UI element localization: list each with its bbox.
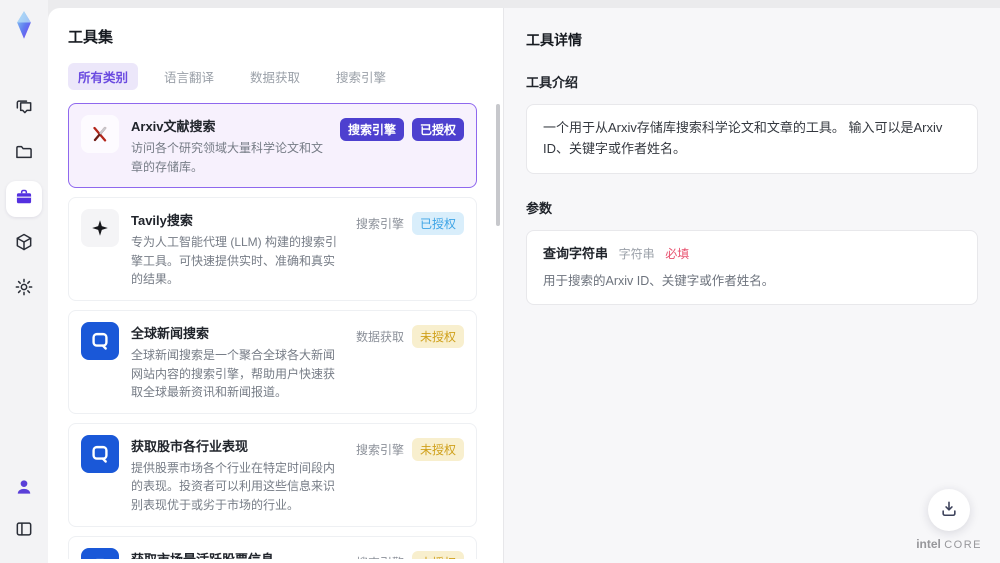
arxiv-icon — [81, 115, 119, 153]
category-label: 搜索引擎 — [356, 554, 404, 559]
briefcase-icon — [14, 187, 34, 210]
sidebar-item-chat[interactable] — [6, 91, 42, 127]
tab-data[interactable]: 数据获取 — [240, 63, 310, 90]
folder-icon — [14, 142, 34, 165]
intro-text: 一个用于从Arxiv存储库搜索科学论文和文章的工具。 输入可以是Arxiv ID… — [526, 104, 978, 174]
status-badge: 已授权 — [411, 118, 464, 141]
category-label: 搜索引擎 — [355, 217, 404, 232]
tool-badges: 搜索引擎未授权 — [356, 435, 464, 461]
chat-icon — [14, 97, 34, 120]
tab-search[interactable]: 搜索引擎 — [326, 63, 396, 90]
status-badge: 未授权 — [411, 550, 464, 559]
user-icon — [14, 477, 34, 500]
status-badge: 未授权 — [411, 437, 464, 461]
collapse-sidebar-button[interactable] — [6, 512, 42, 548]
category-tabs: 所有类别 语言翻译 数据获取 搜索引擎 — [68, 63, 483, 90]
tool-card[interactable]: Tavily搜索 专为人工智能代理 (LLM) 构建的搜索引擎工具。可快速提供实… — [68, 197, 477, 301]
tool-description: 提供股票市场各个行业在特定时间段内的表现。投资者可以利用这些信息来识别表现优于或… — [131, 460, 336, 512]
tool-name: Arxiv文献搜索 — [131, 119, 216, 134]
tool-description: 专为人工智能代理 (LLM) 构建的搜索引擎工具。可快速提供实时、准确和真实的结… — [131, 235, 338, 287]
param-description: 用于搜索的Arxiv ID、关键字或作者姓名。 — [543, 274, 775, 289]
tool-detail-panel: 工具详情 工具介绍 一个用于从Arxiv存储库搜索科学论文和文章的工具。 输入可… — [503, 8, 1000, 563]
sidebar — [0, 0, 48, 563]
sidebar-nav — [6, 86, 42, 311]
status-badge: 已授权 — [411, 212, 464, 236]
tool-badges: 搜索引擎 已授权 — [339, 115, 464, 141]
detail-title: 工具详情 — [526, 32, 582, 48]
sidebar-item-files[interactable] — [6, 136, 42, 172]
intro-heading: 工具介绍 — [526, 75, 579, 90]
tool-name: 全球新闻搜索 — [131, 325, 210, 341]
sidebar-item-tools[interactable] — [6, 180, 42, 217]
tool-name: 获取股市各行业表现 — [131, 438, 249, 454]
parameter-card: 查询字符串 字符串 必填 用于搜索的Arxiv ID、关键字或作者姓名。 — [526, 229, 978, 306]
sidebar-bottom — [6, 467, 42, 551]
tavily-star-icon — [81, 209, 119, 248]
param-required-flag: 必填 — [665, 246, 690, 261]
gear-icon — [14, 277, 34, 300]
news-bubble-icon — [81, 547, 119, 559]
tool-card[interactable]: 全球新闻搜索 全球新闻搜索是一个聚合全球各大新闻网站内容的搜索引擎，帮助用户快速… — [68, 309, 477, 414]
tool-description: 访问各个研究领域大量科学论文和文章的存储库。 — [131, 141, 324, 174]
scrollbar-thumb[interactable] — [496, 104, 500, 226]
news-bubble-icon — [81, 434, 119, 473]
main-content: 工具集 所有类别 语言翻译 数据获取 搜索引擎 Arxiv文献搜索 访问各个研究领域大… — [48, 0, 1000, 563]
intel-core-logo: intel CORE — [916, 537, 982, 551]
app-root: 工具集 所有类别 语言翻译 数据获取 搜索引擎 Arxiv文献搜索 访问各个研究领域大… — [0, 0, 1000, 563]
tool-card[interactable]: Arxiv文献搜索 访问各个研究领域大量科学论文和文章的存储库。 搜索引擎 已授权 — [68, 103, 477, 189]
download-button[interactable] — [928, 489, 971, 531]
tab-translate[interactable]: 语言翻译 — [154, 63, 224, 90]
tool-badges: 搜索引擎 未授权 — [356, 548, 464, 559]
sidebar-item-settings[interactable] — [6, 271, 42, 307]
category-label: 搜索引擎 — [355, 442, 404, 457]
param-type: 字符串 — [618, 246, 655, 261]
tab-all[interactable]: 所有类别 — [68, 63, 139, 90]
category-label: 数据获取 — [355, 329, 404, 344]
params-heading: 参数 — [526, 200, 553, 216]
page-title: 工具集 — [68, 29, 114, 46]
tool-badges: 搜索引擎 已授权 — [355, 209, 464, 236]
status-badge: 未授权 — [411, 324, 464, 348]
download-icon — [939, 499, 959, 522]
tool-badges: 数据获取 未授权 — [356, 322, 464, 348]
cube-icon — [14, 232, 34, 255]
category-badge: 搜索引擎 — [339, 118, 404, 141]
tool-name: 获取市场最活跃股票信息 — [131, 549, 346, 559]
user-avatar-button[interactable] — [6, 470, 42, 506]
tool-card[interactable]: 获取股市各行业表现 提供股票市场各个行业在特定时间段内的表现。投资者可以利用这些… — [68, 422, 477, 527]
tool-name: Tavily搜索 — [131, 213, 193, 229]
param-name: 查询字符串 — [543, 245, 609, 261]
tools-list-panel: 工具集 所有类别 语言翻译 数据获取 搜索引擎 Arxiv文献搜索 访问各个研究领域大… — [48, 8, 503, 563]
panel-left-icon — [14, 519, 34, 542]
tool-description: 全球新闻搜索是一个聚合全球各大新闻网站内容的搜索引擎，帮助用户快速获取全球最新资… — [131, 347, 336, 400]
sidebar-item-packages[interactable] — [6, 226, 42, 262]
tool-card[interactable]: 获取市场最活跃股票信息 提供当天交易量最高的股票列表，投资者可以利用这些信息来识… — [68, 535, 477, 559]
app-logo-diamond-icon[interactable] — [9, 10, 39, 40]
news-bubble-icon — [81, 321, 119, 360]
tool-list: Arxiv文献搜索 访问各个研究领域大量科学论文和文章的存储库。 搜索引擎 已授权… — [48, 103, 503, 559]
